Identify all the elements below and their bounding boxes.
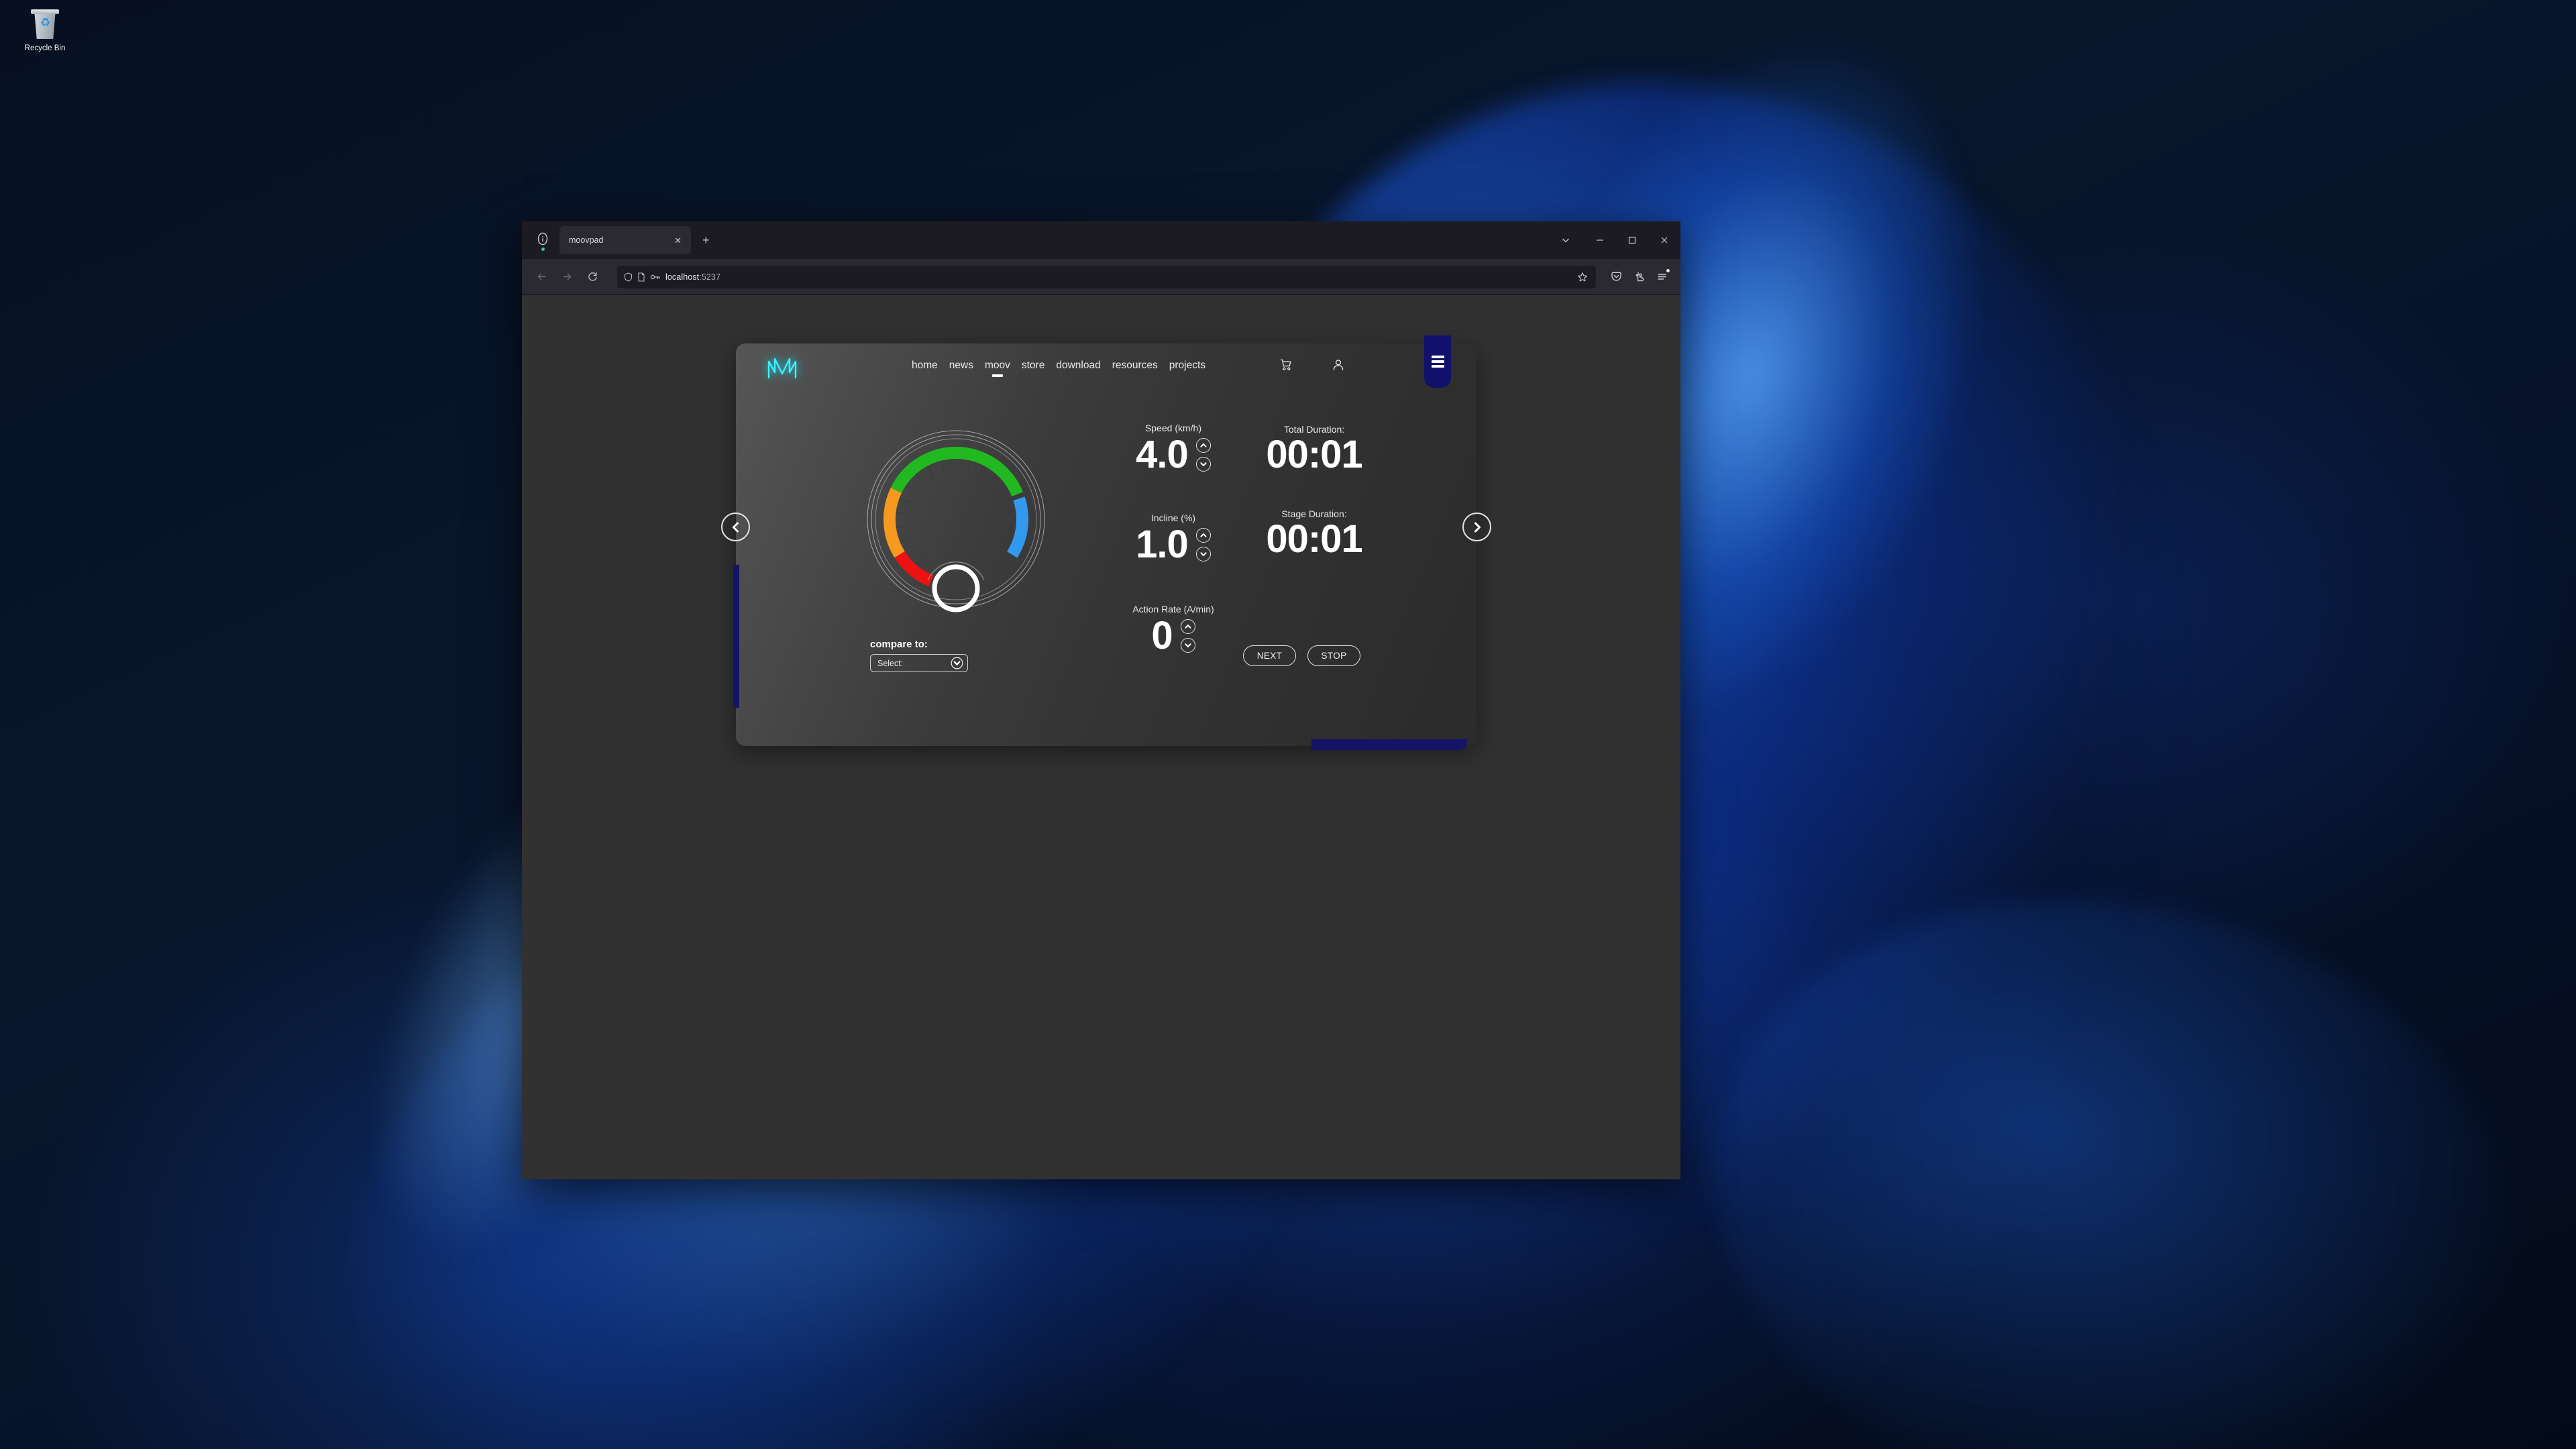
recycle-bin-icon: ♻ <box>28 8 62 42</box>
close-icon[interactable]: ✕ <box>672 235 684 246</box>
star-icon[interactable] <box>1573 268 1592 286</box>
chevron-right-circle-icon[interactable] <box>1462 513 1491 541</box>
compare-to-select[interactable]: Select: <box>870 654 968 672</box>
metric-action-rate: Action Rate (A/min) 0 <box>1106 604 1240 655</box>
reload-icon[interactable] <box>581 266 604 288</box>
url-host: localhost <box>665 272 700 282</box>
arrow-right-icon[interactable] <box>555 266 578 288</box>
moov-m-logo-icon[interactable] <box>765 353 802 382</box>
browser-nav-toolbar: localhost:5237 <box>522 259 1680 295</box>
arrow-left-icon[interactable] <box>530 266 553 288</box>
browser-tab-title: moovpad <box>569 235 604 245</box>
metric-speed-value: 4.0 <box>1136 433 1189 476</box>
hamburger-menu-icon[interactable] <box>1651 266 1672 288</box>
browser-tab[interactable]: moovpad ✕ <box>559 226 691 254</box>
browser-window: moovpad ✕ + localhost:5237 home news moo… <box>522 221 1680 1179</box>
browser-tab-strip: moovpad ✕ + <box>522 221 1680 259</box>
pocket-icon[interactable] <box>1605 266 1627 288</box>
maximize-icon[interactable] <box>1616 221 1648 259</box>
chevron-up-circle-icon[interactable] <box>1195 437 1211 453</box>
key-icon[interactable] <box>650 273 661 281</box>
chevron-left-circle-icon[interactable] <box>721 513 750 541</box>
desktop: ♻ Recycle Bin moovpad ✕ + localhost:5237… <box>0 0 2576 1449</box>
tab-audio-dot <box>541 248 545 251</box>
firefox-info-icon[interactable] <box>531 229 554 252</box>
stage-duration: Stage Duration: 00:01 <box>1244 508 1385 560</box>
close-icon[interactable] <box>1648 221 1680 259</box>
action-buttons: NEXT STOP <box>1243 645 1360 666</box>
shopping-cart-icon[interactable] <box>1279 358 1293 372</box>
extensions-icon[interactable] <box>1628 266 1650 288</box>
chevron-up-circle-icon[interactable] <box>1195 527 1211 543</box>
app-header-icons <box>1279 358 1345 372</box>
metric-incline-value: 1.0 <box>1136 523 1189 566</box>
left-edge-accent-tab[interactable] <box>733 565 739 708</box>
desktop-icon-label: Recycle Bin <box>24 44 66 52</box>
nav-link-home[interactable]: home <box>912 360 938 377</box>
url-text: localhost:5237 <box>665 272 720 282</box>
nav-link-news[interactable]: news <box>949 360 973 377</box>
url-port: :5237 <box>699 272 721 282</box>
menu-notification-dot <box>1666 268 1670 272</box>
window-controls <box>1548 221 1680 259</box>
gauge-knob <box>932 564 980 612</box>
nav-link-resources[interactable]: resources <box>1112 360 1158 377</box>
page-viewport: home news moov store download resources … <box>522 295 1680 1179</box>
chevron-down-circle-icon[interactable] <box>1195 546 1211 561</box>
speed-gauge[interactable] <box>855 424 1057 619</box>
user-account-icon[interactable] <box>1332 358 1345 372</box>
page-icon[interactable] <box>637 272 645 282</box>
app-menu-tab-button[interactable] <box>1424 335 1451 388</box>
gauge-ticks <box>896 460 1016 566</box>
gauge-segment-blue <box>883 447 1028 592</box>
metric-action-rate-label: Action Rate (A/min) <box>1132 604 1214 614</box>
chevron-down-circle-icon <box>951 657 963 669</box>
compare-to-label: compare to: <box>870 639 928 650</box>
chevron-down-circle-icon[interactable] <box>1195 456 1211 472</box>
nav-link-download[interactable]: download <box>1056 360 1100 377</box>
chevron-down-circle-icon[interactable] <box>1180 637 1195 653</box>
compare-to-block: compare to: Select: <box>870 639 1038 672</box>
metric-speed-label: Speed (km/h) <box>1144 423 1202 433</box>
chevron-up-circle-icon[interactable] <box>1180 619 1195 634</box>
total-duration: Total Duration: 00:01 <box>1244 424 1385 476</box>
compare-to-selected-value: Select: <box>877 658 904 668</box>
total-duration-value: 00:01 <box>1266 433 1362 476</box>
metric-action-rate-stepper <box>1180 619 1195 653</box>
minimize-icon[interactable] <box>1584 221 1616 259</box>
browser-toolbar-actions <box>1605 266 1672 288</box>
metric-speed: Speed (km/h) 4.0 <box>1106 423 1240 474</box>
nav-link-store[interactable]: store <box>1022 360 1044 377</box>
next-button[interactable]: NEXT <box>1243 645 1296 666</box>
stop-button[interactable]: STOP <box>1307 645 1360 666</box>
metric-incline-stepper <box>1195 527 1211 561</box>
nav-link-moov[interactable]: moov <box>985 360 1010 377</box>
app-header: home news moov store download resources … <box>736 335 1477 392</box>
bottom-accent-bar <box>1311 739 1467 750</box>
stage-duration-value: 00:01 <box>1266 517 1362 561</box>
metric-incline-label: Incline (%) <box>1150 513 1196 523</box>
new-tab-button[interactable]: + <box>698 232 714 248</box>
nav-link-projects[interactable]: projects <box>1169 360 1205 377</box>
desktop-icon-recycle-bin[interactable]: ♻ Recycle Bin <box>5 4 85 68</box>
chevron-down-icon[interactable] <box>1548 221 1584 259</box>
moov-control-panel: home news moov store download resources … <box>721 335 1491 750</box>
app-nav: home news moov store download resources … <box>912 360 1205 377</box>
metric-action-rate-value: 0 <box>1151 614 1173 657</box>
metric-incline: Incline (%) 1.0 <box>1106 513 1240 564</box>
hamburger-menu-icon <box>1431 356 1444 368</box>
url-bar[interactable]: localhost:5237 <box>617 265 1596 288</box>
shield-icon[interactable] <box>624 272 633 282</box>
metric-speed-stepper <box>1195 437 1211 472</box>
